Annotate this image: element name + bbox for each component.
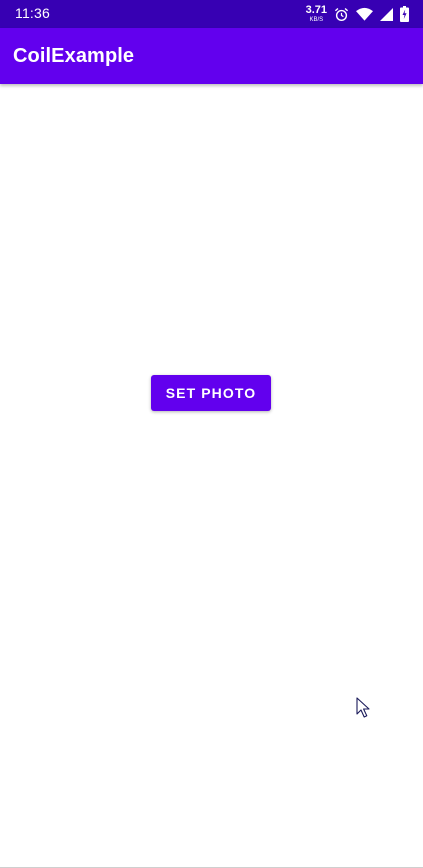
set-photo-button[interactable]: SET PHOTO bbox=[151, 375, 271, 411]
alarm-icon bbox=[334, 7, 349, 21]
cellular-signal-icon bbox=[380, 7, 393, 21]
app-screen: 11:36 3.71 KB/S CoilExample SET PHOTO bbox=[0, 0, 423, 868]
network-speed-value: 3.71 bbox=[305, 4, 327, 16]
mouse-pointer-icon bbox=[356, 697, 370, 718]
status-icons: 3.71 KB/S bbox=[306, 4, 409, 24]
status-time: 11:36 bbox=[15, 5, 50, 21]
battery-charging-icon bbox=[400, 6, 409, 22]
network-speed: 3.71 KB/S bbox=[305, 4, 327, 24]
app-bar: CoilExample bbox=[0, 28, 423, 84]
wifi-icon bbox=[356, 7, 373, 21]
status-bar: 11:36 3.71 KB/S bbox=[0, 0, 423, 28]
network-speed-unit: KB/S bbox=[309, 17, 324, 23]
app-title: CoilExample bbox=[13, 45, 135, 67]
